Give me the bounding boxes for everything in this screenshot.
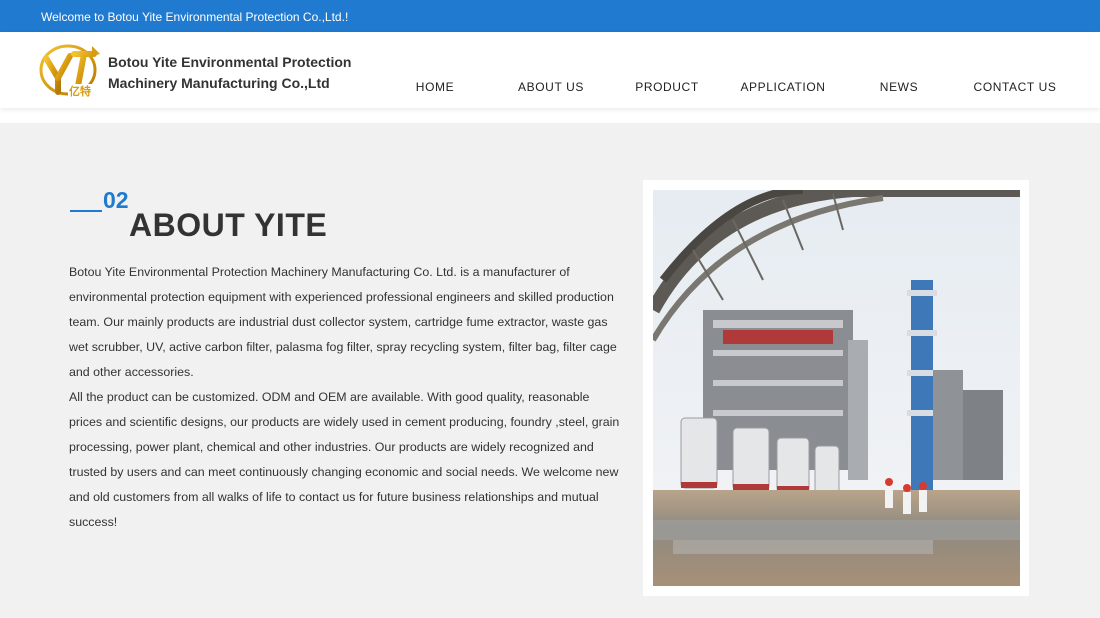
about-paragraph-2: All the product can be customized. ODM a… (69, 390, 620, 529)
site-header: 亿特 Botou Yite Environmental Protection M… (0, 32, 1100, 108)
photo-frame (643, 180, 1029, 596)
nav-news[interactable]: NEWS (841, 80, 957, 94)
section-number-underline (70, 210, 102, 212)
about-section: 02 ABOUT YITE Botou Yite Environmental P… (0, 123, 1100, 618)
about-description: Botou Yite Environmental Protection Mach… (69, 260, 624, 535)
industrial-plant-photo-icon[interactable] (653, 190, 1020, 586)
nav-home[interactable]: HOME (377, 80, 493, 94)
nav-contact-us[interactable]: CONTACT US (957, 80, 1073, 94)
section-title: ABOUT YITE (129, 207, 328, 243)
top-bar: Welcome to Botou Yite Environmental Prot… (0, 0, 1100, 32)
welcome-text: Welcome to Botou Yite Environmental Prot… (41, 10, 349, 24)
nav-product[interactable]: PRODUCT (609, 80, 725, 94)
nav-application[interactable]: APPLICATION (725, 80, 841, 94)
about-paragraph-1: Botou Yite Environmental Protection Mach… (69, 265, 617, 379)
section-number-text: 02 (103, 187, 129, 213)
nav-about-us[interactable]: ABOUT US (493, 80, 609, 94)
company-name-line1: Botou Yite Environmental Protection (108, 54, 352, 70)
main-nav: HOME ABOUT US PRODUCT APPLICATION NEWS C… (0, 80, 1100, 98)
